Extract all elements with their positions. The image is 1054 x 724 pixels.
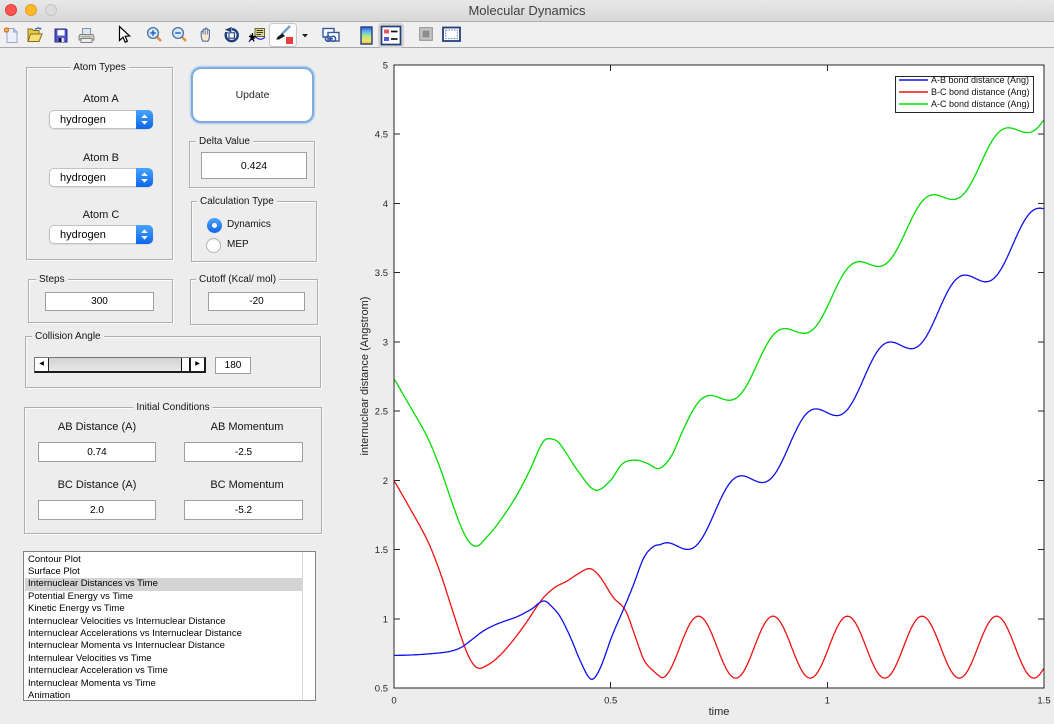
svg-text:1: 1 <box>825 696 830 707</box>
svg-text:0: 0 <box>391 696 396 707</box>
svg-text:1: 1 <box>383 614 388 625</box>
svg-text:A-C bond distance (Ang): A-C bond distance (Ang) <box>931 99 1030 109</box>
svg-text:A-B bond distance (Ang): A-B bond distance (Ang) <box>931 75 1029 85</box>
svg-text:5: 5 <box>383 61 388 72</box>
svg-text:4: 4 <box>383 199 388 210</box>
svg-text:3: 3 <box>383 337 388 348</box>
svg-text:time: time <box>709 706 730 718</box>
svg-text:1.5: 1.5 <box>1037 696 1050 707</box>
svg-text:internuclear distance (Angstro: internuclear distance (Angstrom) <box>359 297 371 456</box>
svg-text:0.5: 0.5 <box>375 684 388 695</box>
svg-text:3.5: 3.5 <box>375 268 388 279</box>
svg-text:0.5: 0.5 <box>604 696 617 707</box>
svg-text:2.5: 2.5 <box>375 407 388 418</box>
svg-text:1.5: 1.5 <box>375 545 388 556</box>
svg-text:2: 2 <box>383 476 388 487</box>
svg-text:B-C bond distance (Ang): B-C bond distance (Ang) <box>931 87 1030 97</box>
svg-text:4.5: 4.5 <box>375 130 388 141</box>
